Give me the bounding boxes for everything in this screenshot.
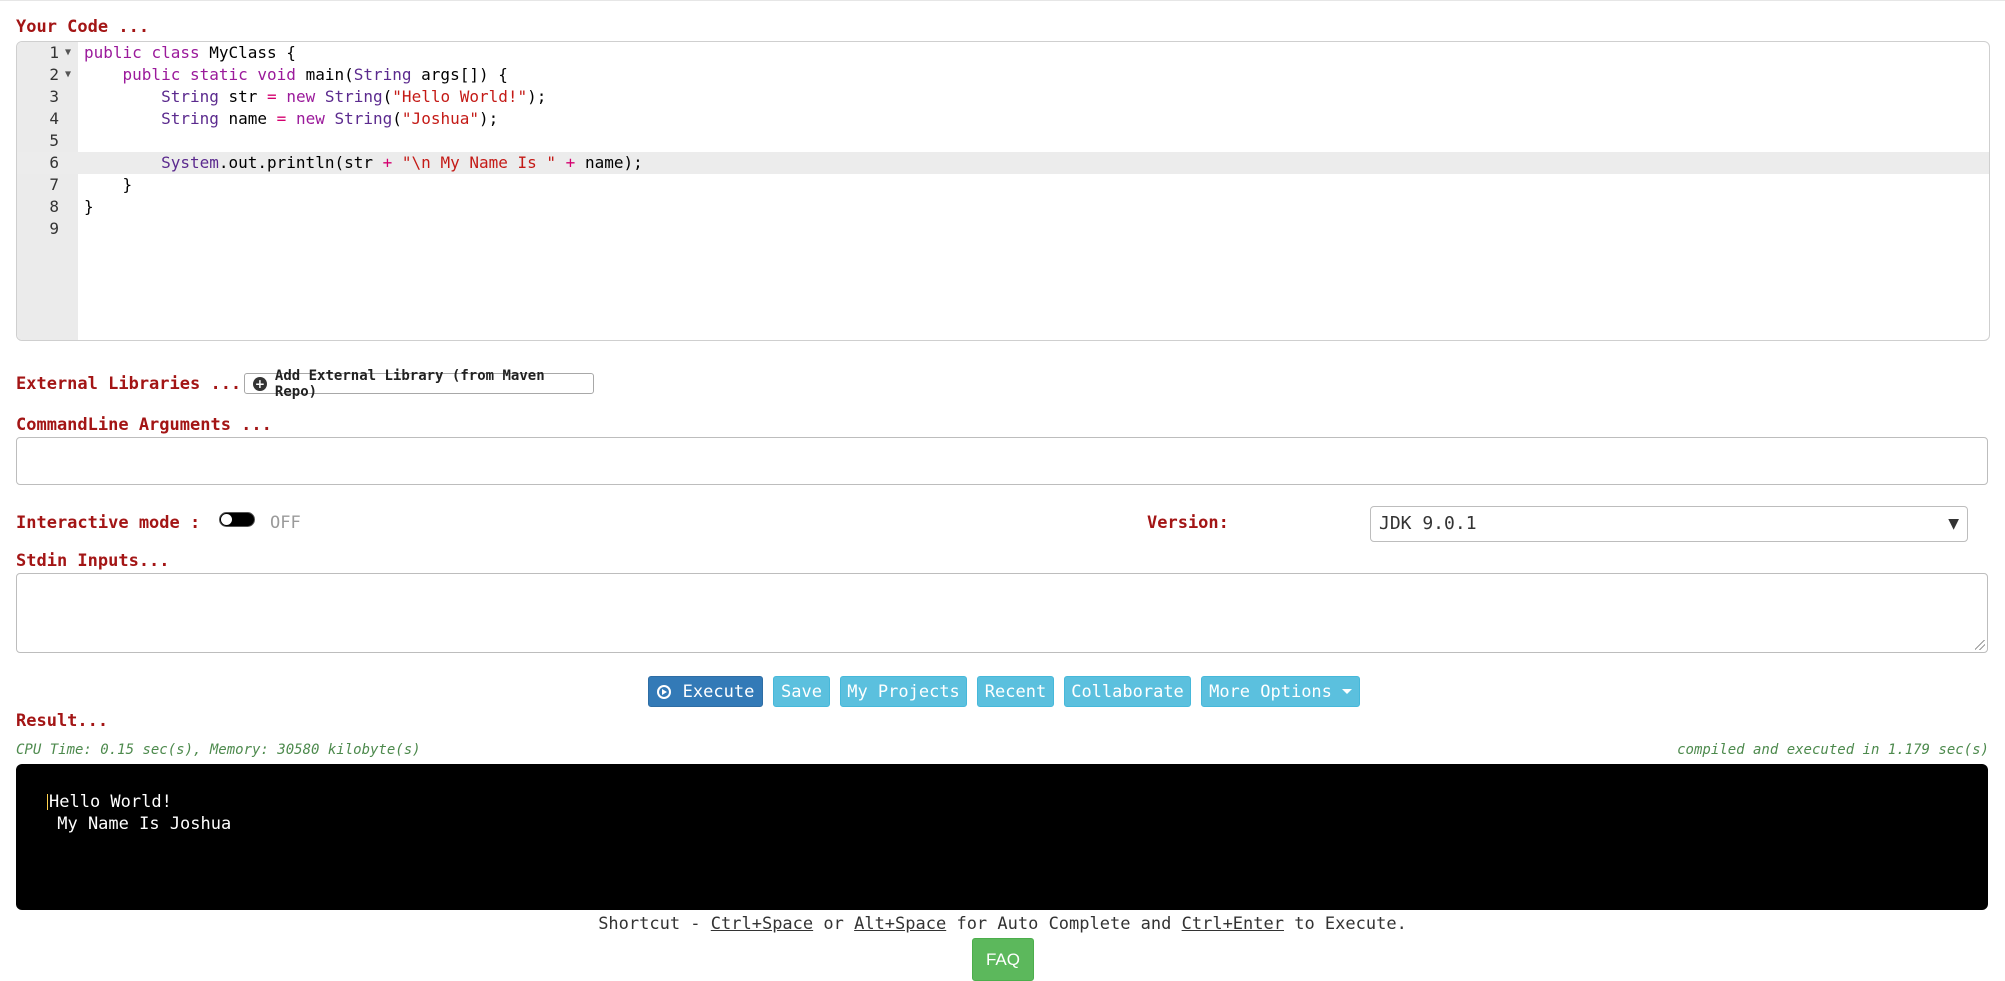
interactive-mode-state: OFF xyxy=(270,513,301,533)
line-number: 1 xyxy=(49,43,59,62)
version-select[interactable]: JDK 9.0.1 ▼ xyxy=(1370,506,1968,542)
line-number: 9 xyxy=(49,219,59,238)
code-text: System.out.println(str + "\n My Name Is … xyxy=(161,153,643,172)
recent-button[interactable]: Recent xyxy=(977,676,1054,707)
interactive-mode-toggle[interactable] xyxy=(219,512,255,527)
line-number: 4 xyxy=(49,109,59,128)
external-libraries-label: External Libraries ... xyxy=(16,374,242,394)
text-cursor xyxy=(47,794,48,810)
result-label: Result... xyxy=(16,711,109,731)
shortcut-key: Ctrl+Space xyxy=(710,914,814,934)
select-arrow-icon: ▼ xyxy=(1948,516,1959,532)
output-terminal[interactable]: Hello World! My Name Is Joshua xyxy=(16,764,1988,910)
code-text: } xyxy=(84,197,94,216)
code-text: public static void main(String args[]) { xyxy=(122,65,508,84)
save-button[interactable]: Save xyxy=(773,676,830,707)
more-options-label: More Options xyxy=(1209,681,1332,702)
version-label: Version: xyxy=(1147,513,1229,533)
your-code-label: Your Code ... xyxy=(16,17,150,37)
play-circle-icon xyxy=(656,684,671,699)
collaborate-button[interactable]: Collaborate xyxy=(1064,676,1191,707)
fold-arrow-icon[interactable]: ▼ xyxy=(65,64,71,86)
code-line[interactable]: 9 xyxy=(17,218,1989,240)
code-line[interactable]: 3 String str = new String("Hello World!"… xyxy=(17,86,1989,108)
stdin-input[interactable] xyxy=(16,573,1988,653)
code-line[interactable]: 7 } xyxy=(17,174,1989,196)
interactive-mode-label: Interactive mode : xyxy=(16,513,201,533)
compile-info: compiled and executed in 1.179 sec(s) xyxy=(1677,742,1989,758)
shortcut-key: Alt+Space xyxy=(854,914,947,934)
output-line: My Name Is Joshua xyxy=(47,814,232,834)
add-external-library-button[interactable]: + Add External Library (from Maven Repo) xyxy=(244,368,594,400)
line-number: 2 xyxy=(49,65,59,84)
commandline-arguments-input[interactable] xyxy=(16,437,1988,485)
code-line[interactable]: 4 String name = new String("Joshua"); xyxy=(17,108,1989,130)
line-number: 6 xyxy=(49,153,59,172)
code-editor[interactable]: 1 ▼ public class MyClass { 2 ▼ public st… xyxy=(16,41,1990,341)
execute-button[interactable]: Execute xyxy=(648,676,763,707)
more-options-button[interactable]: More Options xyxy=(1201,676,1360,707)
toggle-knob xyxy=(221,514,232,525)
code-line[interactable]: 2 ▼ public static void main(String args[… xyxy=(17,64,1989,86)
plus-circle-icon: + xyxy=(253,376,267,391)
top-divider xyxy=(0,0,2005,1)
cpu-info: CPU Time: 0.15 sec(s), Memory: 30580 kil… xyxy=(16,742,421,758)
dropdown-caret-icon xyxy=(1341,689,1352,694)
code-line-active[interactable]: 6 System.out.println(str + "\n My Name I… xyxy=(17,152,1989,174)
shortcut-hint: Shortcut - Ctrl+Space or Alt+Space for A… xyxy=(598,914,1407,934)
commandline-arguments-label: CommandLine Arguments ... xyxy=(16,415,272,435)
code-text: } xyxy=(84,175,133,194)
code-line[interactable]: 1 ▼ public class MyClass { xyxy=(17,42,1989,64)
shortcut-key: Ctrl+Enter xyxy=(1181,914,1284,934)
line-number: 3 xyxy=(49,87,59,106)
line-number: 7 xyxy=(49,175,59,194)
version-selected-value: JDK 9.0.1 xyxy=(1379,513,1477,534)
my-projects-button[interactable]: My Projects xyxy=(840,676,967,707)
code-text: String str = new String("Hello World!"); xyxy=(161,87,547,106)
stdin-inputs-label: Stdin Inputs... xyxy=(16,551,170,571)
code-text: public class MyClass { xyxy=(84,43,296,62)
code-line[interactable]: 5 xyxy=(17,130,1989,152)
output-line: Hello World! xyxy=(47,792,172,812)
resize-grip-icon[interactable] xyxy=(1975,640,1985,650)
code-line[interactable]: 8 } xyxy=(17,196,1989,218)
fold-arrow-icon[interactable]: ▼ xyxy=(65,42,71,64)
faq-button[interactable]: FAQ xyxy=(972,938,1034,981)
add-external-library-label: Add External Library (from Maven Repo) xyxy=(274,367,545,400)
line-number: 5 xyxy=(49,131,59,150)
line-number: 8 xyxy=(49,197,59,216)
execute-label: Execute xyxy=(682,681,755,702)
code-text: String name = new String("Joshua"); xyxy=(161,109,499,128)
